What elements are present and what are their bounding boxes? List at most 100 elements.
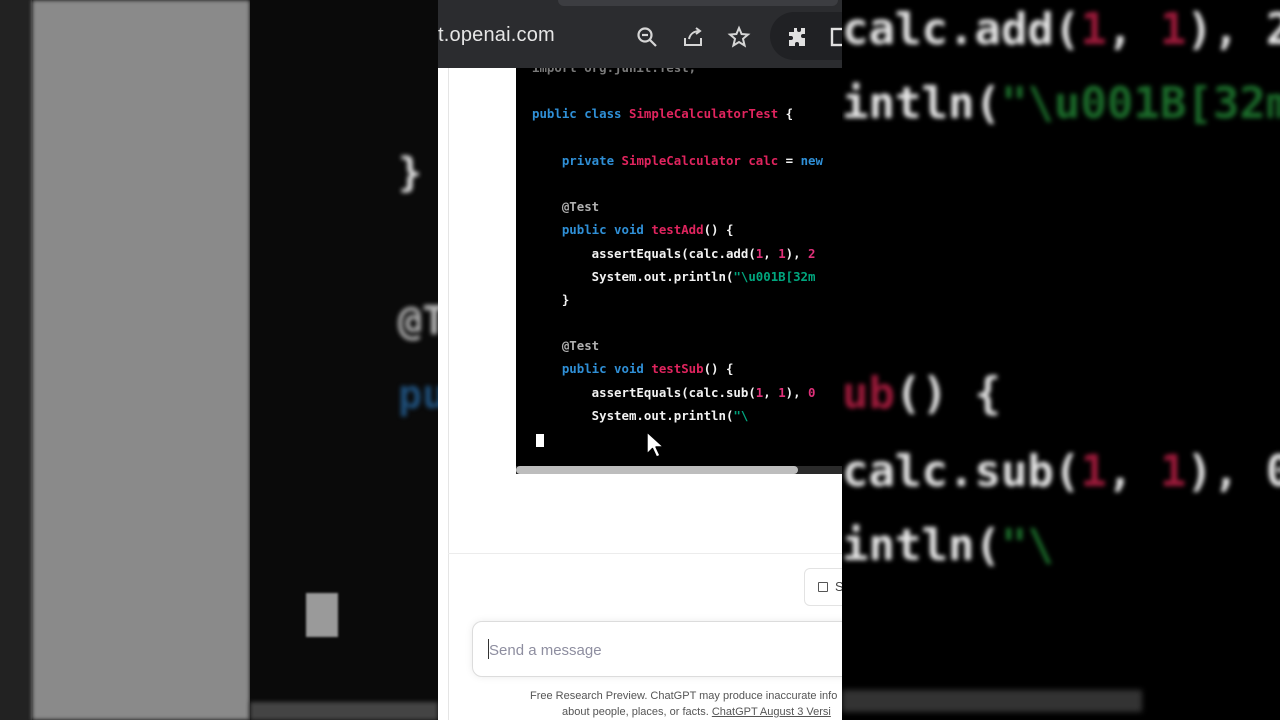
- code-token: 0: [808, 384, 816, 400]
- background-line-4: calc.sub(1, 1), 0: [842, 446, 1280, 497]
- code-token: new: [800, 152, 823, 168]
- background-line-1: calc.add(1, 1), 2: [842, 4, 1280, 55]
- code-token: private: [532, 152, 622, 168]
- code-line: public void testSub() {: [532, 357, 823, 380]
- browser-toolbar: t.openai.com: [438, 0, 842, 68]
- code-line: public class SimpleCalculatorTest {: [532, 102, 823, 125]
- code-token: public void: [532, 222, 652, 238]
- background-code-token: () {: [894, 368, 1001, 419]
- background-code-token: 1: [1159, 446, 1187, 497]
- message-composer[interactable]: [472, 621, 842, 677]
- code-token: =: [778, 152, 801, 168]
- code-content: import org.junit.Test; public class Simpl…: [532, 68, 823, 427]
- code-block: import org.junit.Test; public class Simpl…: [516, 68, 842, 473]
- share-icon[interactable]: [680, 24, 706, 50]
- code-token: System.out.println(: [532, 407, 734, 423]
- background-line-3: ub() {: [842, 368, 1001, 419]
- message-input[interactable]: [487, 637, 831, 663]
- background-code-token: 1: [1159, 4, 1187, 55]
- background-edge: [0, 0, 32, 720]
- code-token: SimpleCalculatorTest: [628, 106, 779, 122]
- background-brace: }: [398, 150, 423, 196]
- tab-strip: [558, 0, 838, 6]
- stop-generating-button[interactable]: S: [804, 568, 842, 606]
- stop-square-icon: [818, 582, 828, 592]
- footer-line-2-text: about people, places, or facts.: [562, 706, 712, 718]
- background-annotation: @T: [398, 298, 438, 344]
- code-token: {: [778, 106, 794, 122]
- code-line: System.out.println("\: [532, 404, 823, 427]
- side-panel-icon[interactable]: [828, 24, 842, 50]
- background-left: } @T pu: [0, 0, 438, 720]
- background-code-token: intln(: [842, 78, 1001, 129]
- code-token: ),: [785, 245, 809, 261]
- extensions-puzzle-icon[interactable]: [784, 24, 810, 50]
- code-token: public void: [532, 361, 652, 377]
- streaming-cursor: [536, 434, 544, 447]
- background-code-token: 1: [1080, 446, 1107, 497]
- background-code-token: ), 2: [1186, 4, 1280, 55]
- code-line: assertEquals(calc.add(1, 1), 2: [532, 242, 823, 265]
- code-token: "\: [733, 407, 749, 423]
- code-token: () {: [703, 222, 734, 238]
- background-code-token: "\: [1000, 520, 1054, 571]
- code-token: ,: [763, 245, 779, 261]
- code-token: 1: [778, 384, 786, 400]
- background-gray-strip: [32, 0, 250, 720]
- background-code-token: "\u001B[32m: [1000, 78, 1280, 129]
- address-bar-url[interactable]: t.openai.com: [438, 24, 555, 47]
- background-public: pu: [398, 372, 438, 418]
- code-token: SimpleCalculator calc: [621, 152, 779, 168]
- code-line: assertEquals(calc.sub(1, 1), 0: [532, 381, 823, 404]
- background-line-5: intln("\: [842, 520, 1054, 571]
- background-scrollbar: [250, 702, 438, 720]
- background-scrollbar: [842, 690, 1142, 712]
- stop-button-label: S: [835, 579, 842, 594]
- code-scrollbar-thumb[interactable]: [516, 466, 798, 474]
- background-line-2: intln("\u001B[32m: [842, 78, 1280, 129]
- code-line: import org.junit.Test;: [532, 68, 823, 79]
- version-link[interactable]: ChatGPT August 3 Versi: [712, 706, 831, 718]
- phone-screen: t.openai.com import org.junit.Test; publi…: [438, 0, 842, 720]
- mouse-pointer-icon: [646, 431, 665, 458]
- code-token: ),: [785, 384, 809, 400]
- background-code-token: intln(: [842, 520, 1001, 571]
- code-token: ,: [763, 384, 779, 400]
- code-token: "\u001B[32m: [733, 268, 816, 284]
- code-line: @Test: [532, 334, 823, 357]
- code-token: @Test: [532, 338, 600, 354]
- background-code-token: calc.add(: [842, 4, 1081, 55]
- footer-line-2: about people, places, or facts. ChatGPT …: [562, 704, 842, 720]
- code-token: assertEquals(calc.add(: [532, 245, 756, 261]
- code-token: testAdd: [651, 222, 704, 238]
- bookmark-star-icon[interactable]: [726, 24, 752, 50]
- code-token: }: [532, 291, 570, 307]
- text-caret: [488, 639, 489, 659]
- code-line: }: [532, 288, 823, 311]
- code-line: private SimpleCalculator calc = new: [532, 149, 823, 172]
- code-token: @Test: [532, 199, 600, 215]
- footer-line-1: Free Research Preview. ChatGPT may produ…: [530, 690, 838, 702]
- code-token: public class: [532, 106, 629, 122]
- background-right: calc.add(1, 1), 2 intln("\u001B[32m ub()…: [842, 0, 1280, 720]
- code-line: @Test: [532, 195, 823, 218]
- background-code-panel: [250, 0, 438, 720]
- code-token: 1: [778, 245, 786, 261]
- background-cursor-block: [306, 593, 338, 637]
- code-token: testSub: [651, 361, 704, 377]
- code-token: () {: [703, 361, 734, 377]
- search-icon[interactable]: [634, 24, 660, 50]
- background-code-token: ub: [842, 368, 895, 419]
- background-code-token: ), 0: [1186, 446, 1280, 497]
- code-token: assertEquals(calc.sub(: [532, 384, 756, 400]
- background-code-token: 1: [1080, 4, 1107, 55]
- footer-disclaimer: Free Research Preview. ChatGPT may produ…: [508, 688, 842, 720]
- background-code-token: ,: [1106, 446, 1160, 497]
- code-token: System.out.println(: [532, 268, 734, 284]
- code-token: 2: [808, 245, 816, 261]
- page-divider: [448, 68, 449, 720]
